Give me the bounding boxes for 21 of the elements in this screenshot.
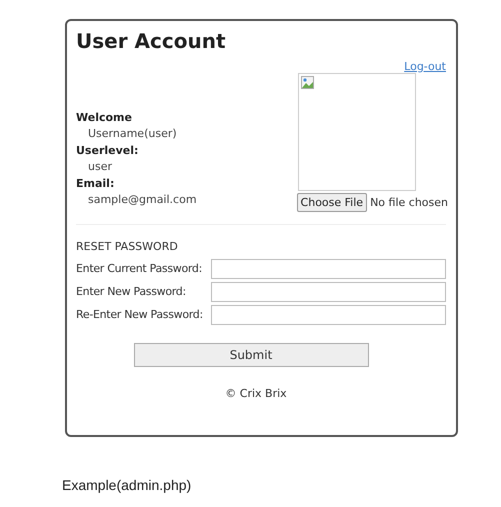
- logout-link[interactable]: Log-out: [404, 60, 446, 73]
- profile-label: Userlevel:: [76, 143, 140, 159]
- field-label: Re-Enter New Password:: [76, 308, 204, 321]
- password-field[interactable]: [211, 282, 446, 302]
- profile-label: Email:: [76, 176, 116, 192]
- copyright-text: © Crix Brix: [224, 387, 288, 400]
- password-field[interactable]: [211, 258, 446, 278]
- file-status: No file chosen: [370, 196, 448, 209]
- profile-label: Welcome: [76, 110, 133, 126]
- broken-image-icon: [301, 76, 315, 90]
- card-title: User Account: [76, 29, 227, 55]
- field-label: Enter New Password:: [76, 285, 187, 298]
- field-label: Enter Current Password:: [76, 262, 204, 275]
- choose-file-button[interactable]: Choose File: [296, 193, 368, 212]
- submit-button[interactable]: Submit: [134, 343, 368, 367]
- profile-value: user: [87, 159, 113, 175]
- caption-text: Example(admin.php): [62, 477, 192, 493]
- password-field[interactable]: [211, 304, 446, 324]
- profile-value: sample@gmail.com: [87, 192, 197, 208]
- section-heading: RESET PASSWORD: [76, 240, 179, 253]
- profile-value: Username(user): [87, 126, 178, 142]
